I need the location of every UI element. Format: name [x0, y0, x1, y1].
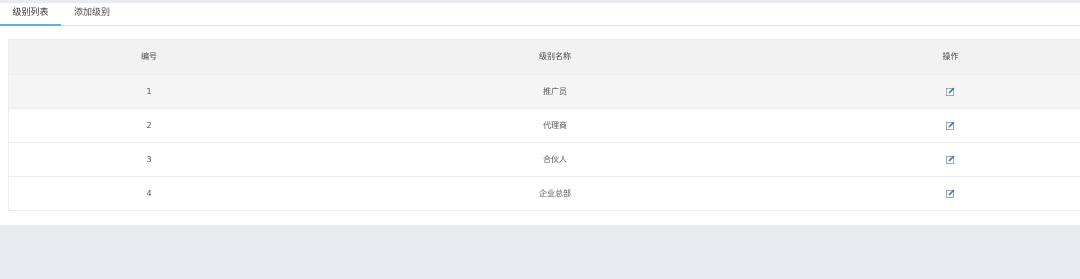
- tab-add-level[interactable]: 添加级别: [61, 3, 123, 26]
- table-row: 1 推广员: [9, 74, 1080, 108]
- table-row: 2 代理商: [9, 108, 1080, 142]
- table-header-row: 编号 级别名称 操作: [9, 40, 1080, 74]
- cell-id: 1: [146, 86, 152, 96]
- edit-icon[interactable]: [946, 189, 955, 198]
- header-id: 编号: [141, 52, 157, 62]
- cell-level-name: 合伙人: [543, 154, 567, 164]
- cell-id: 2: [146, 120, 152, 130]
- header-level-name: 级别名称: [539, 52, 571, 62]
- cell-id: 3: [146, 154, 152, 164]
- edit-icon[interactable]: [946, 121, 955, 130]
- header-operation: 操作: [942, 52, 959, 62]
- cell-operation: [821, 74, 1080, 108]
- page: 级别列表 添加级别 编号 级别名称 操作 1 推广员 2 代理商 3 合伙人 4…: [0, 0, 1080, 279]
- content-panel: 级别列表 添加级别 编号 级别名称 操作 1 推广员 2 代理商 3 合伙人 4…: [0, 3, 1080, 225]
- cell-id: 4: [146, 188, 152, 198]
- cell-operation: [821, 142, 1080, 176]
- cell-level-name: 推广员: [543, 86, 567, 96]
- cell-operation: [821, 108, 1080, 142]
- cell-operation: [821, 176, 1080, 210]
- cell-level-name: 企业总部: [539, 188, 571, 198]
- edit-icon[interactable]: [946, 87, 955, 96]
- edit-icon[interactable]: [946, 155, 955, 164]
- tab-bar: 级别列表 添加级别: [0, 3, 1080, 26]
- table-row: 3 合伙人: [9, 142, 1080, 176]
- table-row: 4 企业总部: [9, 176, 1080, 210]
- cell-level-name: 代理商: [543, 120, 567, 130]
- tab-level-list[interactable]: 级别列表: [0, 3, 61, 26]
- level-table: 编号 级别名称 操作 1 推广员 2 代理商 3 合伙人 4 企业总部: [8, 39, 1080, 211]
